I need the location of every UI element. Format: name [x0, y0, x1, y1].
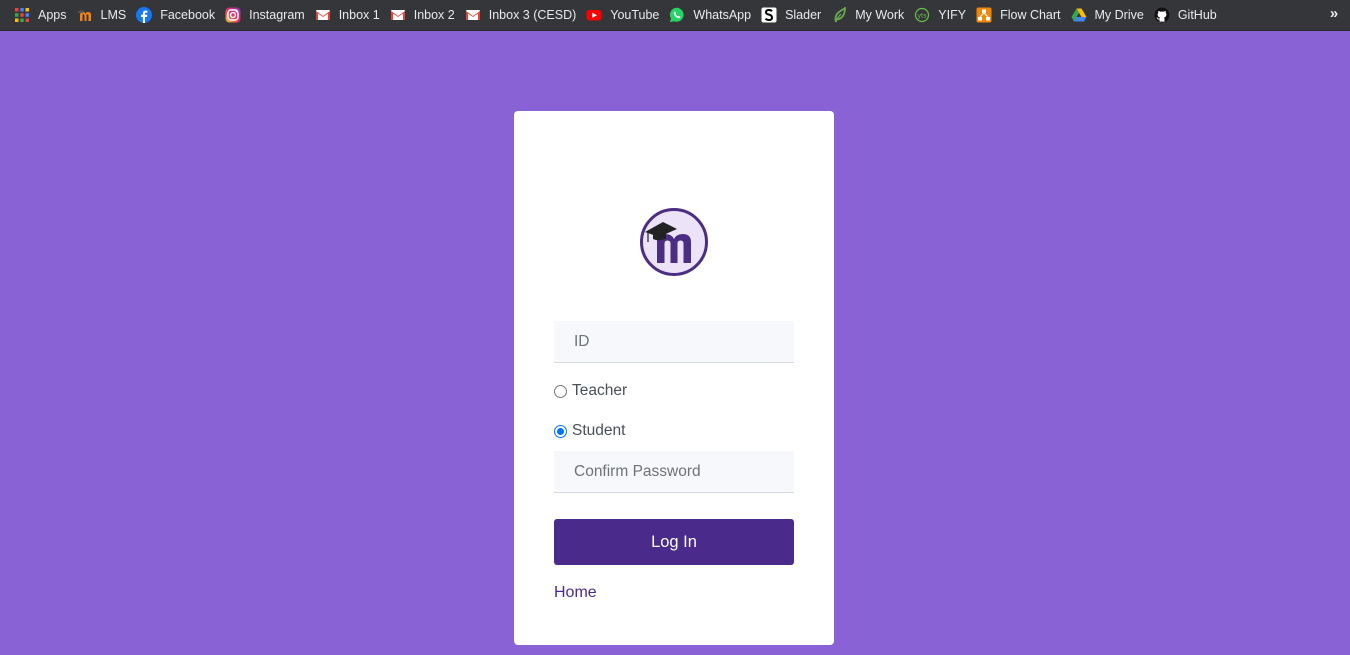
bookmark-instagram[interactable]: Instagram — [223, 3, 313, 27]
bookmark-label: WhatsApp — [693, 8, 752, 22]
bookmark-label: My Work — [855, 8, 905, 22]
svg-text:yts: yts — [918, 13, 927, 20]
youtube-icon — [586, 7, 602, 23]
apps-grid-icon — [14, 7, 30, 23]
bookmark-label: YIFY — [938, 8, 967, 22]
bookmark-youtube[interactable]: YouTube — [584, 3, 667, 27]
whatsapp-icon — [669, 7, 685, 23]
bookmark-whatsapp[interactable]: WhatsApp — [667, 3, 759, 27]
bookmark-slader[interactable]: Slader — [759, 3, 829, 27]
gmail-icon — [465, 7, 481, 23]
id-input[interactable] — [554, 321, 794, 363]
role-option-student[interactable]: Student — [554, 420, 625, 442]
facebook-icon — [136, 7, 153, 23]
bookmark-facebook[interactable]: Facebook — [134, 3, 223, 27]
bookmark-inbox-1[interactable]: Inbox 1 — [313, 3, 388, 27]
slader-icon — [761, 7, 777, 23]
login-card: Teacher Student Log In Home — [514, 111, 834, 645]
bookmark-label: Slader — [785, 8, 822, 22]
bookmark-label: Inbox 3 (CESD) — [488, 8, 577, 22]
bookmark-yify[interactable]: yts YIFY — [912, 3, 974, 27]
bookmark-label: GitHub — [1177, 8, 1217, 22]
bookmark-my-work[interactable]: My Work — [829, 3, 912, 27]
bookmarks-overflow-button[interactable]: » — [1324, 3, 1344, 25]
leaf-icon — [831, 7, 847, 23]
bookmark-label: Flow Chart — [1000, 8, 1061, 22]
google-drive-icon — [1071, 7, 1087, 23]
gmail-icon — [315, 7, 331, 23]
bookmarks-bar: Apps LMS Facebook Instagram Inbox 1 Inbo… — [0, 0, 1350, 31]
login-button[interactable]: Log In — [554, 519, 794, 565]
bookmark-label: YouTube — [610, 8, 660, 22]
bookmark-label: Inbox 1 — [338, 8, 380, 22]
bookmark-label: My Drive — [1094, 8, 1144, 22]
gmail-icon — [390, 7, 406, 23]
bookmark-label: Instagram — [249, 8, 305, 22]
bookmark-my-drive[interactable]: My Drive — [1069, 3, 1152, 27]
bookmark-label: LMS — [100, 8, 127, 22]
moodle-logo — [639, 207, 709, 277]
student-radio-label: Student — [572, 422, 626, 439]
confirm-password-input[interactable] — [554, 451, 794, 493]
bookmark-lms[interactable]: LMS — [75, 3, 135, 27]
moodle-icon — [76, 7, 93, 23]
yify-icon: yts — [914, 7, 930, 23]
bookmark-inbox-2[interactable]: Inbox 2 — [388, 3, 463, 27]
github-icon — [1154, 7, 1170, 23]
instagram-icon — [225, 7, 241, 23]
bookmark-inbox-3[interactable]: Inbox 3 (CESD) — [463, 3, 585, 27]
bookmark-github[interactable]: GitHub — [1152, 3, 1225, 27]
teacher-radio[interactable] — [554, 384, 567, 398]
bookmark-label: Facebook — [160, 8, 216, 22]
student-radio[interactable] — [554, 424, 567, 438]
flowchart-icon — [976, 7, 992, 23]
role-option-teacher[interactable]: Teacher — [554, 380, 627, 402]
bookmark-flow-chart[interactable]: Flow Chart — [974, 3, 1068, 27]
teacher-radio-label: Teacher — [572, 382, 628, 399]
bookmark-label: Apps — [38, 8, 67, 22]
home-link[interactable]: Home — [554, 584, 597, 602]
bookmark-label: Inbox 2 — [413, 8, 455, 22]
bookmark-apps[interactable]: Apps — [12, 3, 75, 27]
